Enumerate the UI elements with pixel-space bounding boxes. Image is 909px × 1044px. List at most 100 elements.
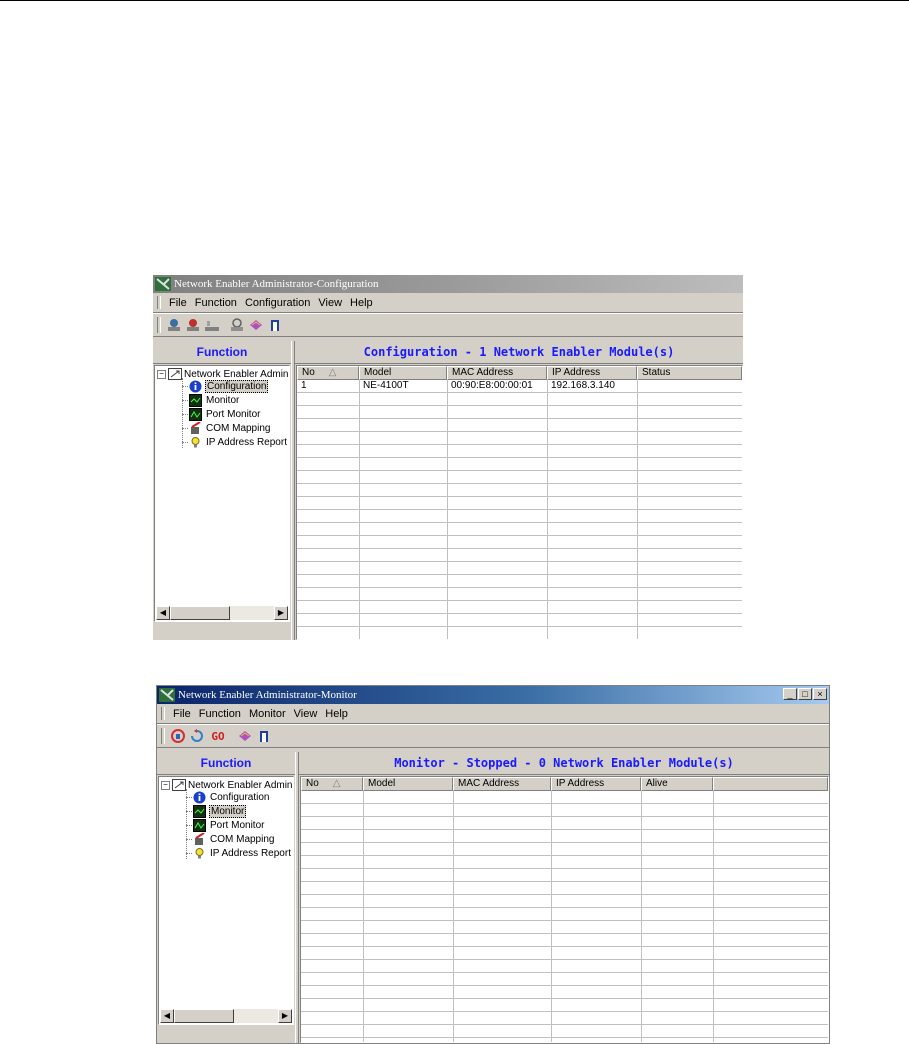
tree-branch	[186, 853, 192, 854]
title-bar[interactable]: Network Enabler Administrator-Configurat…	[153, 275, 743, 293]
configuration-pane-header: Configuration - 1 Network Enabler Module…	[295, 341, 743, 364]
tree-item-monitor[interactable]: Monitor	[189, 393, 240, 407]
function-tree[interactable]: − Network Enabler Admin Configuration Mo…	[158, 776, 294, 1025]
tree-branch	[182, 414, 188, 415]
tree-item-com-mapping[interactable]: COM Mapping	[193, 832, 275, 846]
tree-item-com-mapping[interactable]: COM Mapping	[189, 421, 271, 435]
column-divider	[359, 380, 360, 639]
tree-item-configuration[interactable]: Configuration	[193, 790, 270, 804]
tree-item-label: IP Address Report	[210, 847, 291, 859]
cell-status	[637, 380, 737, 392]
menu-help[interactable]: Help	[321, 708, 352, 720]
function-pane: Function − Network Enabler Admin Configu…	[153, 341, 291, 640]
tree-item-label: COM Mapping	[206, 422, 271, 434]
cell-model: NE-4100T	[363, 380, 409, 391]
column-ip-address[interactable]: IP Address	[547, 366, 637, 380]
column-divider	[637, 380, 638, 639]
column-no[interactable]: No △	[301, 777, 363, 791]
scroll-thumb[interactable]	[174, 1009, 234, 1023]
title-bar[interactable]: Network Enabler Administrator-Monitor _ …	[157, 686, 829, 704]
scroll-thumb[interactable]	[170, 606, 230, 620]
menu-function[interactable]: Function	[195, 708, 245, 720]
column-divider	[447, 380, 448, 639]
column-ip-address[interactable]: IP Address	[551, 777, 641, 791]
column-no[interactable]: No △	[297, 366, 359, 380]
com-mapping-icon	[191, 421, 201, 434]
about-book-icon	[250, 320, 262, 330]
column-mac-address[interactable]: MAC Address	[447, 366, 547, 380]
exit-icon	[271, 320, 279, 331]
scroll-right-icon[interactable]: ▶	[278, 1009, 292, 1023]
scroll-left-icon[interactable]: ◀	[160, 1009, 174, 1023]
tree-item-port-monitor[interactable]: Port Monitor	[189, 407, 261, 421]
configuration-pane: Configuration - 1 Network Enabler Module…	[295, 341, 743, 640]
info-icon	[189, 380, 202, 392]
scroll-track[interactable]	[234, 1009, 278, 1023]
column-model[interactable]: Model	[363, 777, 453, 791]
function-pane: Function − Network Enabler Admin Configu…	[157, 752, 295, 1043]
column-mac-address[interactable]: MAC Address	[453, 777, 551, 791]
locate-button[interactable]	[228, 316, 246, 334]
unlock-button[interactable]	[203, 316, 221, 334]
about-button[interactable]	[247, 316, 265, 334]
minimize-icon[interactable]: _	[783, 688, 797, 700]
column-status[interactable]: Status	[637, 366, 742, 380]
menu-help[interactable]: Help	[346, 297, 377, 309]
maximize-icon[interactable]: □	[798, 688, 812, 700]
tree-item-ip-address-report[interactable]: IP Address Report	[193, 846, 292, 860]
start-monitor-button[interactable]	[169, 727, 187, 745]
lightbulb-icon	[191, 436, 200, 447]
menu-monitor[interactable]: Monitor	[245, 708, 290, 720]
about-button[interactable]	[236, 727, 254, 745]
module-list[interactable]: No △ Model MAC Address IP Address Alive	[300, 776, 829, 1043]
horizontal-scrollbar[interactable]: ◀ ▶	[156, 606, 288, 620]
menu-function[interactable]: Function	[191, 297, 241, 309]
column-alive[interactable]: Alive	[641, 777, 713, 791]
horizontal-scrollbar[interactable]: ◀ ▶	[160, 1009, 292, 1023]
tree-item-monitor[interactable]: Monitor	[193, 804, 247, 818]
scroll-track[interactable]	[230, 606, 274, 620]
collapse-icon[interactable]: −	[161, 780, 170, 790]
tree-branch	[182, 442, 188, 443]
cell-no: 1	[301, 380, 307, 391]
tree-item-label: Monitor	[206, 394, 240, 406]
com-mapping-icon	[195, 832, 205, 845]
collapse-icon[interactable]: −	[157, 369, 166, 379]
close-icon[interactable]: ×	[813, 688, 827, 700]
list-header: No △ Model MAC Address IP Address Alive	[301, 777, 828, 791]
menu-file[interactable]: File	[169, 708, 195, 720]
main-area: Function − Network Enabler Admin Configu…	[157, 752, 829, 1043]
stop-monitor-button[interactable]	[188, 727, 206, 745]
tree-item-configuration[interactable]: Configuration	[189, 379, 269, 393]
tree-item-label: Monitor	[209, 804, 247, 818]
toolbar	[153, 313, 743, 337]
tree-item-label: Configuration	[210, 791, 270, 803]
exit-icon	[260, 731, 268, 742]
module-list[interactable]: No △ Model MAC Address IP Address Status…	[296, 365, 743, 640]
tree-item-port-monitor[interactable]: Port Monitor	[193, 818, 265, 832]
monitor-icon	[189, 393, 202, 407]
start-monitor-icon	[171, 729, 185, 743]
configuration-window: Network Enabler Administrator-Configurat…	[153, 275, 743, 640]
function-tree[interactable]: − Network Enabler Admin Configuration Mo…	[154, 365, 290, 622]
scroll-left-icon[interactable]: ◀	[156, 606, 170, 620]
network-admin-icon	[172, 779, 186, 791]
tree-item-label: Configuration	[205, 379, 269, 393]
menu-file[interactable]: File	[165, 297, 191, 309]
menu-view[interactable]: View	[290, 708, 322, 720]
go-button[interactable]: GO	[207, 727, 229, 745]
window-title: Network Enabler Administrator-Monitor	[178, 689, 357, 701]
scroll-right-icon[interactable]: ▶	[274, 606, 288, 620]
exit-button[interactable]	[255, 727, 273, 745]
search-network-button[interactable]	[165, 316, 183, 334]
tree-item-ip-address-report[interactable]: IP Address Report	[189, 435, 288, 449]
toolbar: GO	[157, 724, 829, 748]
about-book-icon	[239, 731, 251, 741]
exit-button[interactable]	[266, 316, 284, 334]
column-model[interactable]: Model	[359, 366, 447, 380]
menu-configuration[interactable]: Configuration	[241, 297, 314, 309]
table-row[interactable]: 1 NE-4100T 00:90:E8:00:00:01 192.168.3.1…	[297, 380, 737, 392]
broadcast-search-button[interactable]	[184, 316, 202, 334]
app-icon	[159, 688, 175, 702]
menu-view[interactable]: View	[314, 297, 346, 309]
